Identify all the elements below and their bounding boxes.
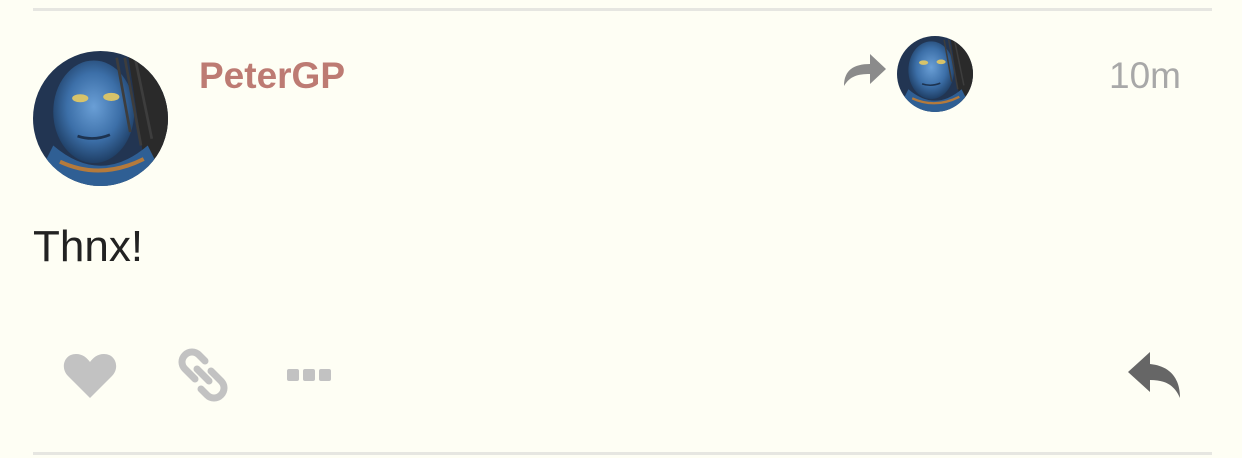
top-divider [33, 8, 1212, 11]
reply-to-avatar[interactable] [897, 36, 973, 112]
reply-icon[interactable] [1126, 348, 1184, 402]
username-link[interactable]: PeterGP [199, 55, 345, 97]
avatar-image [33, 51, 168, 186]
heart-icon[interactable] [62, 350, 118, 400]
share-forward-icon[interactable] [840, 48, 888, 90]
post-timestamp[interactable]: 10m [1109, 55, 1181, 97]
link-icon[interactable] [175, 347, 231, 403]
ellipsis-icon[interactable] [285, 367, 333, 383]
reply-to-avatar-image [897, 36, 973, 112]
post-body: Thnx! [33, 222, 144, 271]
bottom-divider [33, 452, 1212, 455]
user-avatar[interactable] [33, 51, 168, 186]
